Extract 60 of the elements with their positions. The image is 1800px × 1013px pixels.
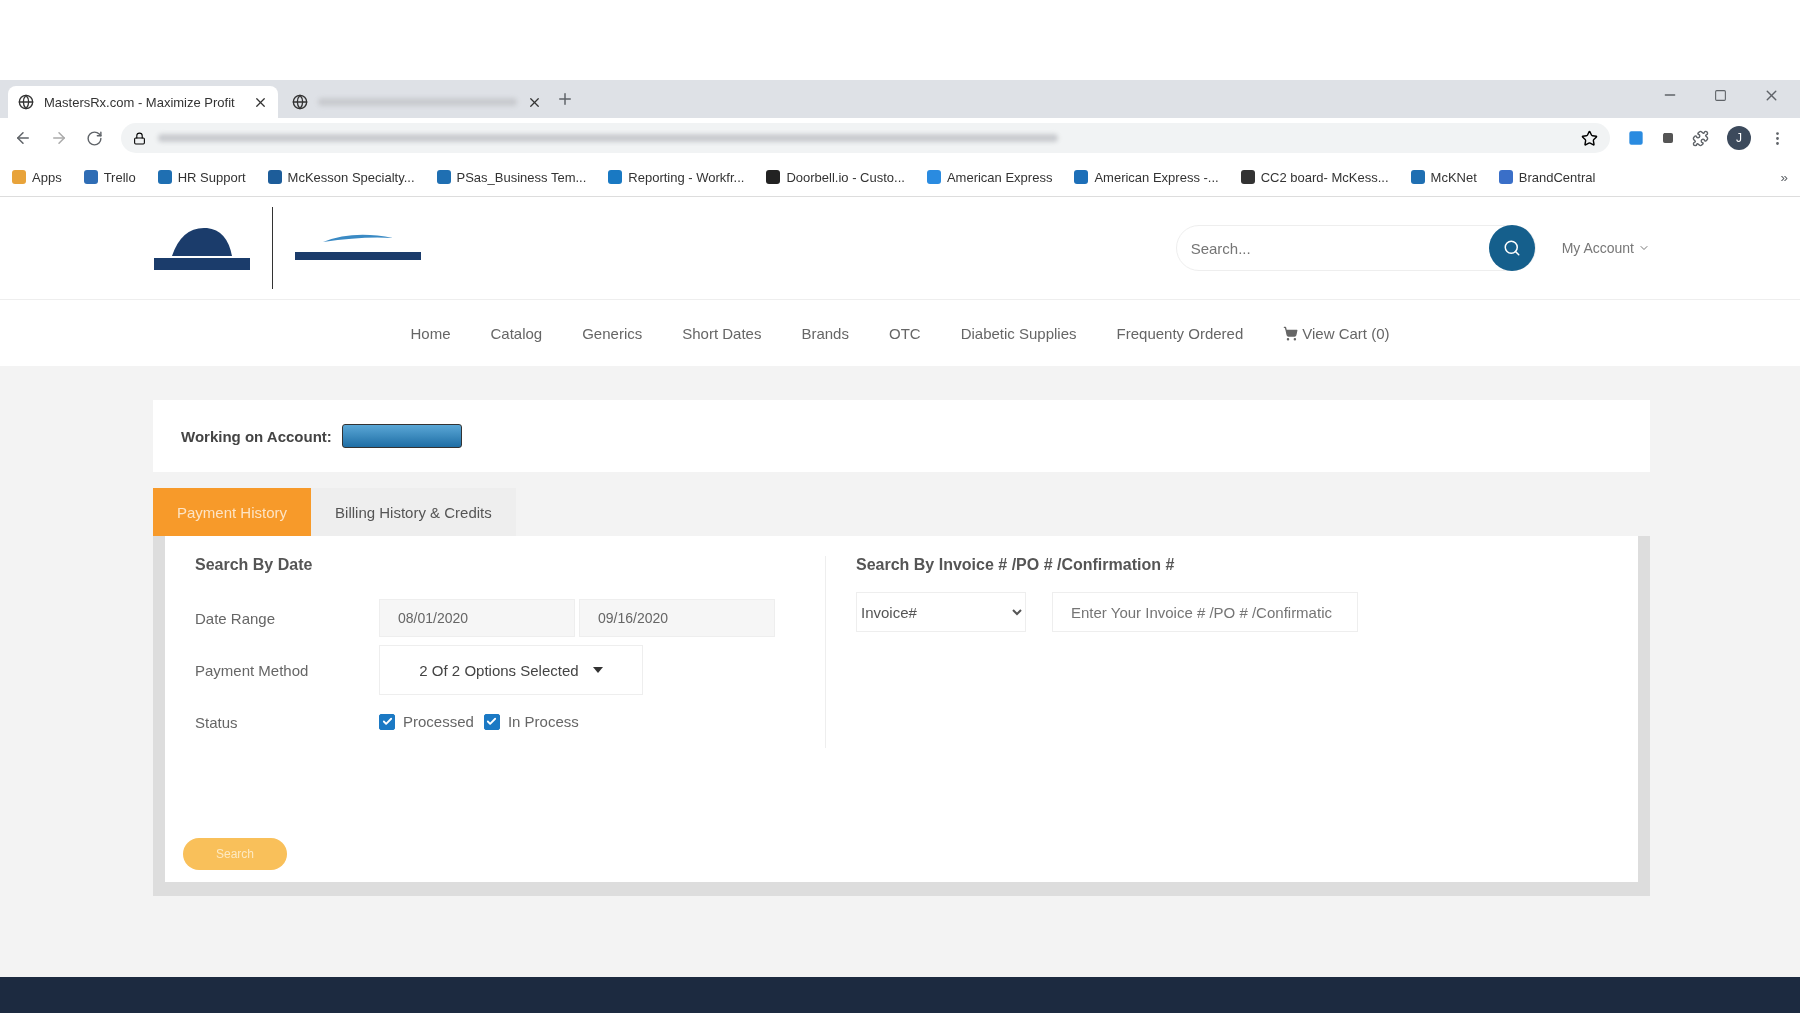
extension-icon[interactable]	[1628, 130, 1644, 146]
globe-icon	[18, 94, 34, 110]
field-label: Status	[195, 713, 239, 731]
type-select[interactable]: Invoice#	[856, 592, 1026, 632]
search-button[interactable]	[1488, 225, 1535, 271]
search-icon	[1502, 239, 1521, 257]
globe-icon	[292, 94, 308, 110]
new-tab-button[interactable]	[556, 90, 574, 108]
check-icon	[486, 716, 498, 727]
bookmark[interactable]: Doorbell.io - Custo...	[766, 169, 905, 185]
account-select[interactable]	[341, 424, 462, 448]
profile-avatar[interactable]: J	[1727, 126, 1751, 150]
cart-icon	[1283, 325, 1299, 341]
nav-link[interactable]: Frequenty Ordered	[1116, 324, 1244, 342]
bookmark[interactable]: McKNet	[1410, 169, 1477, 185]
nav-link[interactable]: Diabetic Supplies	[960, 324, 1077, 342]
bookmark[interactable]: Reporting - Workfr...	[608, 169, 745, 185]
account-label: Working on Account:	[181, 427, 332, 445]
reload-button[interactable]	[86, 129, 103, 147]
checkbox[interactable]	[379, 713, 395, 730]
bookmark[interactable]: BrandCentral	[1498, 169, 1596, 185]
extension-icon[interactable]	[1662, 132, 1674, 144]
date-field[interactable]: 09/16/2020	[579, 599, 775, 637]
puzzle-icon[interactable]	[1692, 129, 1709, 147]
nav-link[interactable]: View Cart (0)	[1283, 324, 1390, 342]
caret-icon	[592, 667, 603, 673]
bookmark[interactable]: HR Support	[157, 169, 246, 185]
bookmark[interactable]: American Express -...	[1074, 169, 1219, 185]
restore-icon[interactable]	[1714, 88, 1727, 102]
bookmark[interactable]: Apps	[12, 169, 62, 185]
date-field[interactable]: 08/01/2020	[379, 599, 575, 637]
browser-tab[interactable]: MastersRx.com - Maximize Profit	[8, 86, 278, 118]
field-label: Payment Method	[195, 661, 310, 679]
tab-title: MastersRx.com - Maximize Profit	[44, 94, 236, 110]
nav-link[interactable]: Short Dates	[682, 324, 762, 342]
bookmark[interactable]: Trello	[83, 169, 136, 185]
nav-link[interactable]: Home	[410, 324, 451, 342]
bookmark[interactable]: McKesson Specialty...	[267, 169, 415, 185]
status-checkbox[interactable]: In Process	[483, 713, 579, 730]
lock-icon	[133, 131, 146, 145]
field-label: Date Range	[195, 609, 277, 627]
star-icon[interactable]	[1581, 129, 1598, 147]
bookmark[interactable]: American Express	[926, 169, 1053, 185]
invoice-field[interactable]: Enter Your Invoice # /PO # /Confirmatic	[1052, 592, 1358, 632]
bookmarks-overflow[interactable]: »	[1780, 169, 1788, 185]
account-menu[interactable]: My Account	[1561, 240, 1650, 256]
check-icon	[381, 716, 393, 727]
section-title: Search By Date	[195, 556, 314, 574]
nav-link[interactable]: Brands	[801, 324, 849, 342]
bookmark[interactable]: PSas_Business Tem...	[436, 169, 587, 185]
section-title: Search By Invoice # /PO # /Confirmation #	[856, 556, 1176, 574]
nav-link[interactable]: OTC	[888, 324, 921, 342]
back-button[interactable]	[14, 129, 32, 147]
status-checkbox[interactable]: Processed	[379, 713, 474, 730]
nav-link[interactable]: Catalog	[490, 324, 543, 342]
payment-method-dropdown[interactable]: 2 Of 2 Options Selected	[379, 645, 643, 695]
checkbox[interactable]	[483, 713, 500, 730]
tab[interactable]: Billing History & Credits	[311, 488, 516, 536]
bookmark[interactable]: CC2 board- McKess...	[1240, 169, 1389, 185]
nav-link[interactable]: Generics	[582, 324, 643, 342]
